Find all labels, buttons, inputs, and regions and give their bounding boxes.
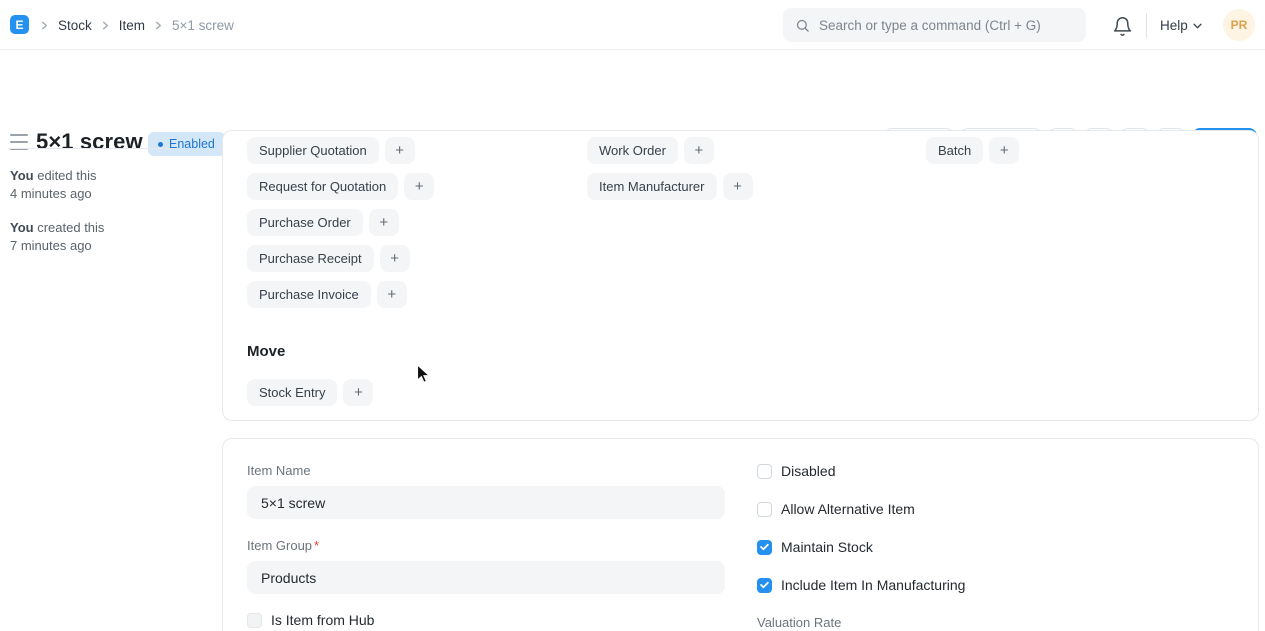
breadcrumb-current: 5×1 screw [172, 18, 234, 33]
search-icon [795, 18, 810, 33]
edited-when[interactable]: 4 minutes ago [10, 185, 212, 203]
chevron-right-icon [154, 21, 163, 30]
add-purchase-receipt-button[interactable]: + [380, 245, 410, 272]
purchase-receipt-link[interactable]: Purchase Receipt [247, 245, 374, 272]
created-who: You [10, 220, 34, 235]
add-stock-entry-button[interactable]: + [343, 379, 373, 406]
include-item-in-manufacturing-label: Include Item In Manufacturing [781, 577, 965, 593]
created-when[interactable]: 7 minutes ago [10, 237, 212, 255]
connections-grid: Supplier Quotation + Request for Quotati… [247, 137, 1234, 406]
add-item-manufacturer-button[interactable]: + [723, 173, 753, 200]
sidebar-divider [8, 148, 175, 149]
item-name-field: Item Name 5×1 screw [247, 463, 725, 519]
checkbox-unchecked-icon[interactable] [757, 502, 772, 517]
stock-entry-link[interactable]: Stock Entry [247, 379, 337, 406]
connection-row: Item Manufacturer + [587, 173, 753, 200]
item-group-label: Item Group* [247, 538, 725, 553]
work-order-link[interactable]: Work Order [587, 137, 678, 164]
connection-row: Purchase Order + [247, 209, 399, 236]
add-batch-button[interactable]: + [989, 137, 1019, 164]
checkbox-unchecked-icon[interactable] [247, 613, 262, 628]
breadcrumb-stock[interactable]: Stock [58, 18, 92, 33]
is-item-from-hub-checkbox[interactable]: Is Item from Hub [247, 612, 725, 628]
checkbox-checked-icon[interactable] [757, 578, 772, 593]
connection-row: Purchase Receipt + [247, 245, 410, 272]
connection-row: Request for Quotation + [247, 173, 434, 200]
connections-column-1: Supplier Quotation + Request for Quotati… [247, 137, 587, 406]
chevron-down-icon [1193, 23, 1202, 29]
connections-column-3: Batch + [926, 137, 1234, 164]
item-details-card: Item Name 5×1 screw Item Group* Products… [222, 438, 1259, 631]
purchase-order-link[interactable]: Purchase Order [247, 209, 363, 236]
maintain-stock-checkbox[interactable]: Maintain Stock [757, 539, 1235, 555]
created-info: You created this 7 minutes ago [10, 219, 212, 255]
maintain-stock-label: Maintain Stock [781, 539, 873, 555]
created-action: created this [37, 220, 104, 235]
navbar: E Stock Item 5×1 screw Help PR [0, 0, 1265, 50]
connection-row: Supplier Quotation + [247, 137, 415, 164]
disabled-checkbox[interactable]: Disabled [757, 463, 1235, 479]
connections-card: Supplier Quotation + Request for Quotati… [222, 130, 1259, 421]
item-group-label-text: Item Group [247, 538, 312, 553]
edited-who: You [10, 168, 34, 183]
request-for-quotation-link[interactable]: Request for Quotation [247, 173, 398, 200]
valuation-rate-label: Valuation Rate [757, 615, 1235, 630]
global-search[interactable] [783, 8, 1086, 42]
connection-row: Purchase Invoice + [247, 281, 407, 308]
item-details-grid: Item Name 5×1 screw Item Group* Products… [247, 463, 1234, 630]
item-group-input[interactable]: Products [247, 561, 725, 594]
batch-link[interactable]: Batch [926, 137, 983, 164]
add-request-for-quotation-button[interactable]: + [404, 173, 434, 200]
help-label: Help [1160, 18, 1188, 33]
include-item-in-manufacturing-checkbox[interactable]: Include Item In Manufacturing [757, 577, 1235, 593]
item-group-field: Item Group* Products [247, 538, 725, 594]
required-marker: * [314, 538, 319, 553]
chevron-right-icon [40, 21, 49, 30]
navbar-divider [1146, 13, 1147, 38]
item-manufacturer-link[interactable]: Item Manufacturer [587, 173, 717, 200]
avatar[interactable]: PR [1223, 9, 1255, 41]
search-input[interactable] [819, 18, 1074, 33]
add-purchase-invoice-button[interactable]: + [377, 281, 407, 308]
breadcrumb-item[interactable]: Item [119, 18, 145, 33]
edited-action: edited this [37, 168, 96, 183]
checkbox-unchecked-icon[interactable] [757, 464, 772, 479]
item-name-input[interactable]: 5×1 screw [247, 486, 725, 519]
app-logo-icon[interactable]: E [10, 15, 29, 34]
details-column-left: Item Name 5×1 screw Item Group* Products… [247, 463, 725, 630]
item-name-label: Item Name [247, 463, 725, 478]
move-section-heading: Move [247, 343, 285, 360]
chevron-right-icon [101, 21, 110, 30]
breadcrumb: Stock Item 5×1 screw [40, 0, 234, 50]
connection-row: Stock Entry + [247, 379, 373, 406]
details-column-right: Disabled Allow Alternative Item Maintain… [757, 463, 1235, 630]
edited-info: You edited this 4 minutes ago [10, 167, 212, 203]
is-item-from-hub-label: Is Item from Hub [271, 612, 374, 628]
add-work-order-button[interactable]: + [684, 137, 714, 164]
allow-alternative-item-label: Allow Alternative Item [781, 501, 915, 517]
disabled-label: Disabled [781, 463, 835, 479]
supplier-quotation-link[interactable]: Supplier Quotation [247, 137, 379, 164]
checkbox-checked-icon[interactable] [757, 540, 772, 555]
allow-alternative-item-checkbox[interactable]: Allow Alternative Item [757, 501, 1235, 517]
form-sidebar: You edited this 4 minutes ago You create… [0, 130, 222, 255]
page-header: 5×1 screw Enabled View Duplicate Save [0, 50, 1265, 130]
notifications-bell-icon[interactable] [1112, 14, 1136, 38]
connection-row: Batch + [926, 137, 1019, 164]
connection-row: Work Order + [587, 137, 714, 164]
purchase-invoice-link[interactable]: Purchase Invoice [247, 281, 371, 308]
add-purchase-order-button[interactable]: + [369, 209, 399, 236]
add-supplier-quotation-button[interactable]: + [385, 137, 415, 164]
connections-column-2: Work Order + Item Manufacturer + [587, 137, 926, 200]
help-menu[interactable]: Help [1160, 13, 1202, 38]
